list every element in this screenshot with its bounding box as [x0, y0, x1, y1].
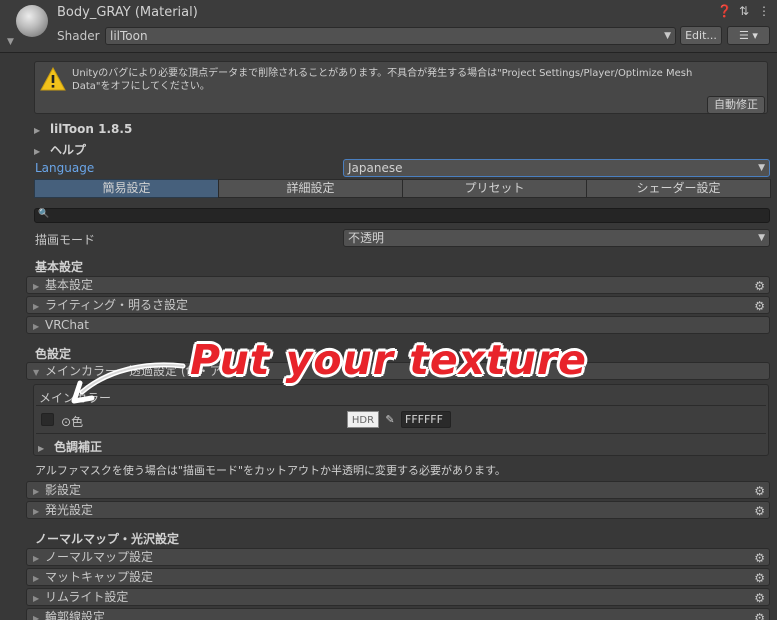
- shadow-settings-bar[interactable]: ▶ 影設定 ⚙: [26, 481, 770, 499]
- annotation-text: Put your texture: [190, 336, 587, 384]
- shader-options-button[interactable]: ☰ ▾: [727, 26, 770, 45]
- dot-icon: ⊙: [61, 415, 72, 429]
- header-icons: ❓ ⇅ ⋮: [717, 4, 771, 18]
- material-preview-sphere: [16, 5, 48, 37]
- render-mode-value: 不透明: [348, 231, 385, 245]
- chevron-right-icon: ▶: [38, 444, 45, 453]
- alpha-mask-note: アルファマスクを使う場合は"描画モード"をカットアウトか半透明に変更する必要があ…: [35, 464, 506, 477]
- bar-label: 基本設定: [45, 278, 94, 292]
- chevron-right-icon: ▶: [34, 126, 41, 135]
- divider: [36, 405, 766, 406]
- chevron-down-icon: ▼: [664, 31, 671, 41]
- bar-label: 影設定: [45, 483, 82, 497]
- render-mode-label: 描画モード: [35, 233, 96, 247]
- chevron-right-icon: ▶: [33, 282, 40, 291]
- tab-simple[interactable]: 簡易設定: [34, 179, 219, 198]
- help-label: ヘルプ: [50, 143, 87, 157]
- outline-bar[interactable]: ▶ 輪郭線設定 ⚙: [26, 608, 770, 620]
- material-title: Body_GRAY (Material): [57, 5, 198, 20]
- gear-icon[interactable]: ⚙: [754, 550, 765, 566]
- lighting-settings-bar[interactable]: ▶ ライティング・明るさ設定 ⚙: [26, 296, 770, 314]
- more-icon[interactable]: ⋮: [757, 4, 771, 18]
- bar-label: VRChat: [45, 318, 89, 332]
- shader-label: Shader: [57, 29, 100, 43]
- divider: [36, 433, 766, 434]
- chevron-right-icon: ▶: [33, 574, 40, 583]
- help-icon[interactable]: ❓: [717, 4, 732, 18]
- hdr-color-swatch[interactable]: HDR: [347, 411, 379, 428]
- gear-icon[interactable]: ⚙: [754, 278, 765, 294]
- help-foldout[interactable]: ▶ ヘルプ: [34, 141, 86, 158]
- search-input[interactable]: [34, 208, 770, 223]
- auto-fix-button[interactable]: 自動修正: [707, 96, 765, 114]
- rimlight-bar[interactable]: ▶ リムライト設定 ⚙: [26, 588, 770, 606]
- header-divider: [0, 52, 777, 53]
- normal-section-title: ノーマルマップ・光沢設定: [35, 532, 180, 546]
- language-dropdown[interactable]: Japanese ▼: [343, 159, 770, 177]
- gear-icon[interactable]: ⚙: [754, 590, 765, 606]
- warning-icon: [40, 67, 66, 91]
- chevron-right-icon: ▶: [33, 302, 40, 311]
- chevron-right-icon: ▶: [33, 554, 40, 563]
- language-value: Japanese: [348, 161, 403, 175]
- chevron-right-icon: ▶: [34, 147, 41, 156]
- editor-mode-tabs: 簡易設定 詳細設定 プリセット シェーダー設定: [34, 179, 771, 198]
- bar-label: 発光設定: [45, 503, 94, 517]
- list-icon: ☰ ▾: [739, 29, 758, 42]
- warning-text: Unityのバグにより必要な頂点データまで削除されることがあります。不具合が発生…: [72, 68, 693, 92]
- normal-map-bar[interactable]: ▶ ノーマルマップ設定 ⚙: [26, 548, 770, 566]
- chevron-right-icon: ▶: [33, 487, 40, 496]
- chevron-down-icon: ▼: [758, 163, 765, 173]
- basic-section-title: 基本設定: [35, 260, 84, 274]
- matcap-bar[interactable]: ▶ マットキャップ設定 ⚙: [26, 568, 770, 586]
- bar-label: ライティング・明るさ設定: [45, 298, 189, 312]
- shader-dropdown[interactable]: lilToon ▼: [105, 27, 676, 45]
- tab-shader-settings[interactable]: シェーダー設定: [586, 179, 771, 198]
- tab-preset[interactable]: プリセット: [402, 179, 587, 198]
- tone-correction-foldout[interactable]: ▶ 色調補正: [38, 438, 102, 455]
- collapse-icon[interactable]: ▼: [7, 37, 14, 47]
- language-label: Language: [35, 161, 95, 175]
- tone-label: 色調補正: [54, 440, 103, 454]
- tab-advanced[interactable]: 詳細設定: [218, 179, 403, 198]
- basic-settings-bar[interactable]: ▶ 基本設定 ⚙: [26, 276, 770, 294]
- chevron-right-icon: ▶: [33, 507, 40, 516]
- chevron-down-icon: ▼: [758, 233, 765, 243]
- bar-label: リムライト設定: [45, 590, 129, 604]
- bar-label: ノーマルマップ設定: [45, 550, 154, 564]
- shader-value: lilToon: [110, 29, 148, 43]
- gear-icon[interactable]: ⚙: [754, 483, 765, 499]
- chevron-right-icon: ▶: [33, 614, 40, 620]
- vrchat-settings-bar[interactable]: ▶ VRChat: [26, 316, 770, 334]
- emission-settings-bar[interactable]: ▶ 発光設定 ⚙: [26, 501, 770, 519]
- bar-label: マットキャップ設定: [45, 570, 154, 584]
- gear-icon[interactable]: ⚙: [754, 610, 765, 620]
- main-color-title: メインカラー: [39, 391, 112, 405]
- version-label: lilToon 1.8.5: [50, 122, 133, 136]
- search-icon: 🔍: [38, 209, 50, 219]
- gear-icon[interactable]: ⚙: [754, 298, 765, 314]
- version-foldout[interactable]: ▶ lilToon 1.8.5: [34, 122, 132, 136]
- eyedropper-icon[interactable]: ✎: [381, 411, 399, 428]
- color-section-title: 色設定: [35, 347, 72, 361]
- hex-color-input[interactable]: FFFFFF: [401, 411, 451, 428]
- bar-label: 輪郭線設定: [45, 610, 106, 620]
- chevron-right-icon: ▶: [33, 322, 40, 331]
- gear-icon[interactable]: ⚙: [754, 570, 765, 586]
- edit-shader-button[interactable]: Edit...: [680, 26, 722, 45]
- color-property: ⊙色: [61, 413, 83, 430]
- color-label: 色: [71, 415, 84, 429]
- chevron-right-icon: ▶: [33, 594, 40, 603]
- gear-icon[interactable]: ⚙: [754, 503, 765, 519]
- chevron-down-icon: ▼: [33, 368, 40, 377]
- texture-slot[interactable]: [41, 413, 54, 426]
- render-mode-dropdown[interactable]: 不透明 ▼: [343, 229, 770, 247]
- preset-icon[interactable]: ⇅: [737, 4, 751, 18]
